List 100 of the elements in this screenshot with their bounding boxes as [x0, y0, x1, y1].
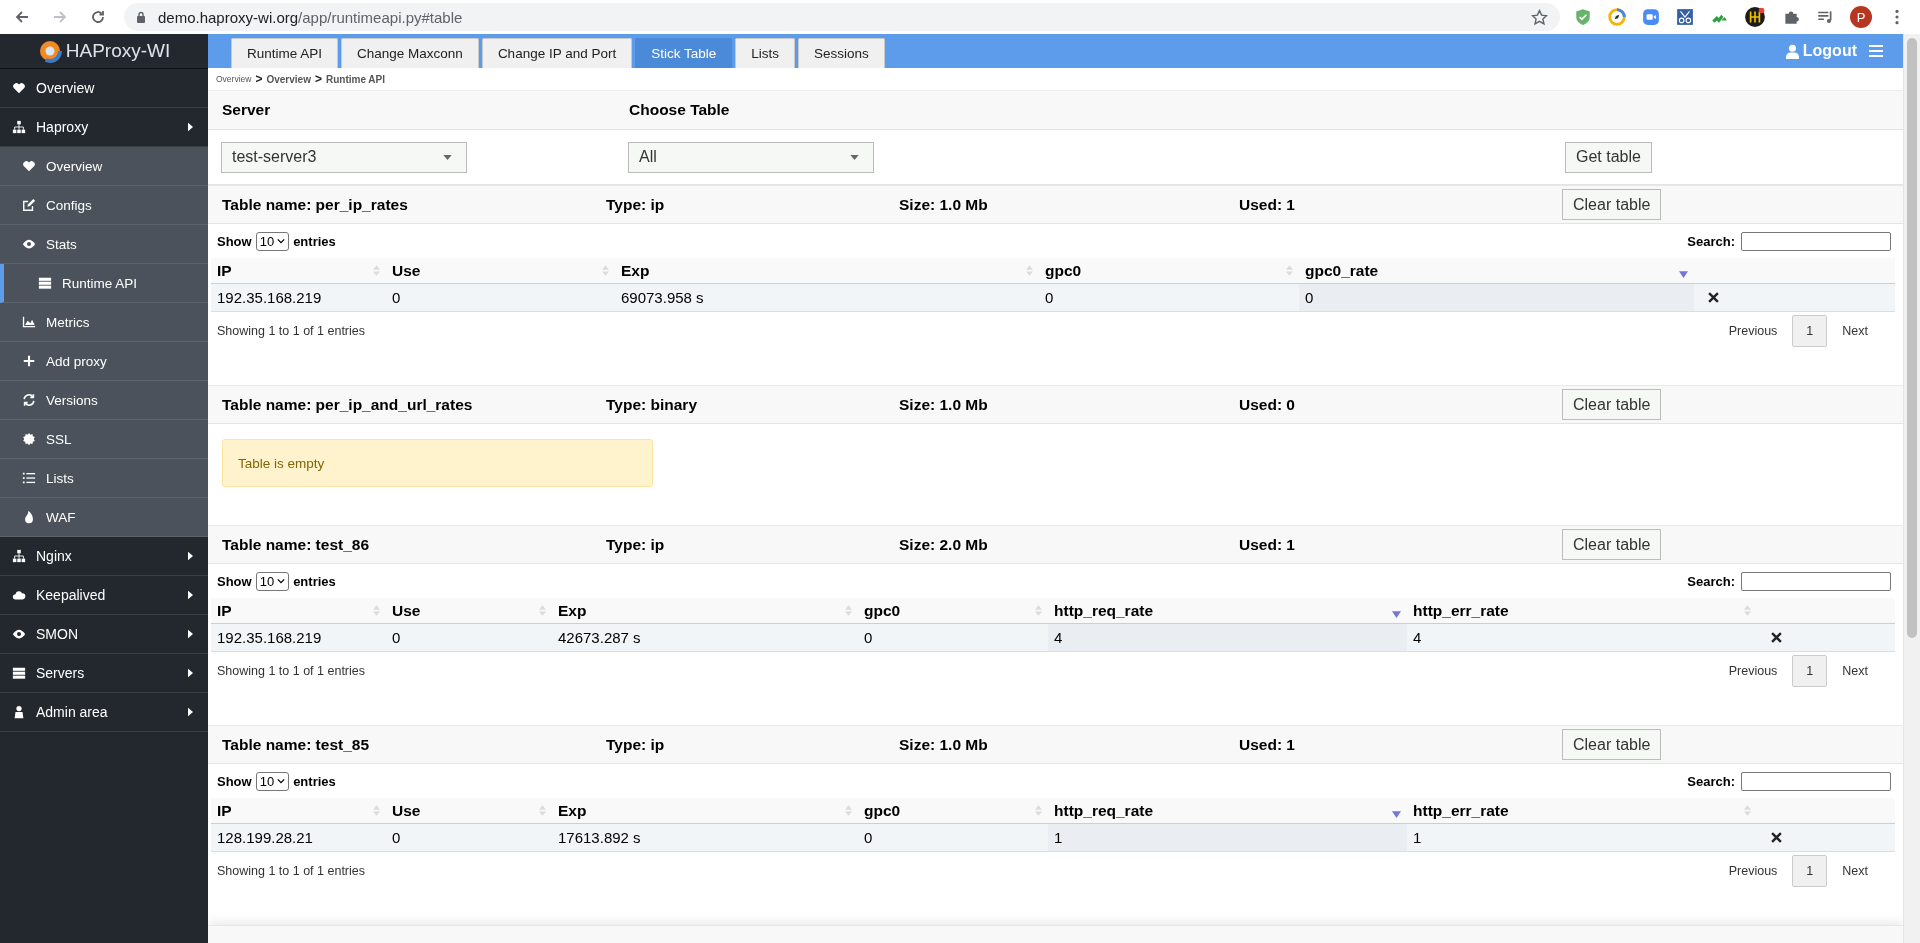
table-select[interactable]: All [628, 141, 874, 173]
get-table-button[interactable]: Get table [1565, 141, 1652, 173]
caret-icon [277, 238, 286, 244]
lock-icon [136, 11, 146, 23]
compass-icon[interactable] [1608, 8, 1626, 26]
column-header[interactable]: Use [392, 801, 421, 820]
sort-descending-icon[interactable] [1392, 811, 1401, 818]
clear-table-button[interactable]: Clear table [1562, 729, 1662, 760]
sidebar-item[interactable]: Add proxy [0, 342, 208, 381]
menu-item-icon [22, 432, 36, 446]
column-header[interactable]: Exp [558, 601, 587, 620]
table-cell: 0 [864, 829, 873, 846]
sidebar-item[interactable]: Lists [0, 459, 208, 498]
table-type: Type: ip [606, 195, 666, 214]
column-header[interactable]: Use [392, 261, 421, 280]
reload-icon[interactable] [90, 9, 106, 25]
clear-table-button[interactable]: Clear table [1562, 189, 1662, 220]
column-header[interactable]: gpc0 [864, 801, 901, 820]
sidebar-item[interactable]: WAF [0, 498, 208, 537]
column-header[interactable]: IP [217, 601, 232, 620]
previous-page-button[interactable]: Previous [1715, 855, 1791, 887]
tab[interactable]: Lists [735, 38, 796, 68]
table-name: Table name: per_ip_rates [222, 195, 409, 214]
delete-icon[interactable] [1771, 632, 1782, 643]
entries-info: Showing 1 to 1 of 1 entries [217, 864, 365, 878]
sidebar-item[interactable]: Metrics [0, 303, 208, 342]
page-button[interactable]: 1 [1792, 655, 1828, 687]
address-bar[interactable]: demo.haproxy-wi.org/app/runtimeapi.py#table [124, 3, 1560, 31]
column-header[interactable]: gpc0 [864, 601, 901, 620]
show-label: Show [217, 573, 252, 589]
forward-icon[interactable] [52, 9, 68, 25]
sidebar-item[interactable]: Versions [0, 381, 208, 420]
tab[interactable]: Change Maxconn [341, 38, 479, 68]
logo-text: HAProxy-WI [65, 40, 171, 62]
table-size: Size: 1.0 Mb [899, 395, 989, 414]
star-icon[interactable] [1531, 8, 1548, 26]
table-cell: 69073.958 s [621, 289, 704, 306]
column-header[interactable]: gpc0 [1045, 261, 1082, 280]
next-page-button[interactable]: Next [1829, 855, 1881, 887]
table-cell: 192.35.168.219 [217, 289, 322, 306]
breadcrumb-link[interactable]: Runtime API [325, 73, 386, 85]
video-camera-icon[interactable] [1642, 8, 1660, 26]
delete-icon[interactable] [1771, 832, 1782, 843]
column-header[interactable]: Use [392, 601, 421, 620]
clear-table-button[interactable]: Clear table [1562, 529, 1662, 560]
page-button[interactable]: 1 [1792, 855, 1828, 887]
breadcrumb-link[interactable]: Overview [216, 74, 252, 84]
caret-icon [187, 122, 194, 132]
entries-select[interactable]: 10 [255, 571, 290, 591]
shield-icon[interactable] [1574, 8, 1592, 26]
sort-descending-icon[interactable] [1392, 611, 1401, 618]
search-field[interactable] [1741, 571, 1891, 591]
playlist-icon[interactable] [1816, 8, 1834, 26]
column-header[interactable]: IP [217, 801, 232, 820]
column-header[interactable]: IP [217, 261, 232, 280]
sidebar-item[interactable]: Overview [0, 147, 208, 186]
sidebar-item[interactable]: Stats [0, 225, 208, 264]
column-header[interactable]: gpc0_rate [1305, 261, 1379, 280]
menu-item-icon [12, 627, 26, 641]
next-page-button[interactable]: Next [1829, 655, 1881, 687]
table-cell: 0 [1305, 289, 1314, 306]
sidebar-item[interactable]: SSL [0, 420, 208, 459]
search-label: Search: [1687, 233, 1735, 249]
sidebar-item[interactable]: Runtime API [0, 264, 208, 303]
tab[interactable]: Runtime API [231, 38, 339, 68]
menu-item-icon [12, 81, 26, 95]
menu-icon[interactable] [1869, 45, 1883, 57]
glasses-icon[interactable] [1676, 8, 1694, 26]
entries-select[interactable]: 10 [255, 231, 290, 251]
tab[interactable]: Change IP and Port [481, 38, 633, 68]
column-header[interactable]: Exp [621, 261, 650, 280]
entries-label: entries [293, 573, 336, 589]
table-cell: 1 [1054, 829, 1063, 846]
previous-page-button[interactable]: Previous [1715, 655, 1791, 687]
search-field[interactable] [1741, 771, 1891, 791]
sidebar-item[interactable]: Configs [0, 186, 208, 225]
clear-table-button[interactable]: Clear table [1562, 389, 1662, 420]
menu-item-icon [22, 510, 36, 524]
tab[interactable]: Sessions [798, 38, 885, 68]
entries-label: entries [293, 233, 336, 249]
previous-page-button[interactable]: Previous [1715, 315, 1791, 347]
tab[interactable]: Stick Table [635, 38, 733, 68]
column-header[interactable]: Exp [558, 801, 587, 820]
sort-descending-icon[interactable] [1679, 271, 1688, 278]
page-button[interactable]: 1 [1792, 315, 1828, 347]
back-icon[interactable] [14, 9, 30, 25]
menu-item-icon [12, 705, 26, 719]
breadcrumb-link[interactable]: Overview [266, 73, 311, 85]
scrollbar-thumb[interactable] [1907, 38, 1917, 638]
field-label: Choose Table [629, 101, 731, 119]
menu-item-icon [22, 237, 36, 251]
profile-avatar[interactable]: P [1850, 6, 1872, 28]
breadcrumb-separator: > [314, 72, 322, 86]
search-field[interactable] [1741, 231, 1891, 251]
entries-select[interactable]: 10 [255, 771, 290, 791]
delete-icon[interactable] [1708, 292, 1719, 303]
menu-item-icon [12, 120, 26, 134]
breadcrumb-separator: > [255, 72, 263, 86]
next-page-button[interactable]: Next [1829, 315, 1881, 347]
server-select[interactable]: test-server3 [221, 141, 467, 173]
